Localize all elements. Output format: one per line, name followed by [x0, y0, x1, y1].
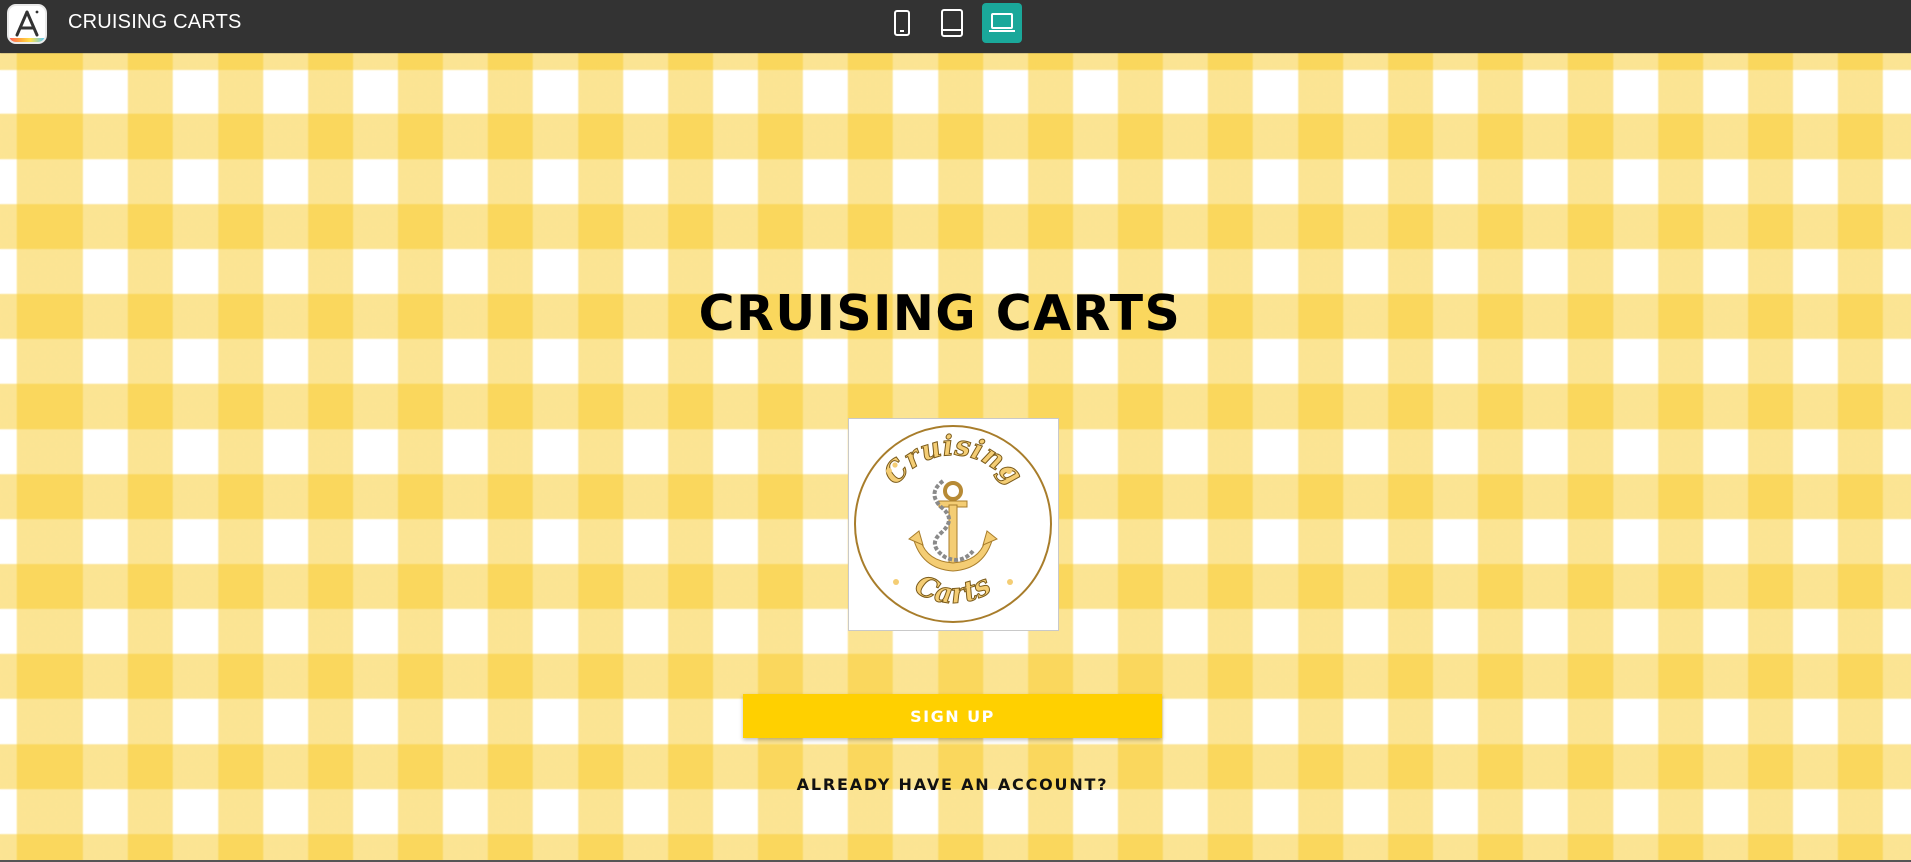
tablet-preview-button[interactable]	[932, 3, 972, 43]
app-title: CRUISING CARTS	[68, 11, 242, 33]
already-have-account-link[interactable]: ALREADY HAVE AN ACCOUNT?	[743, 775, 1162, 794]
phone-preview-button[interactable]	[882, 3, 922, 43]
tablet-icon	[941, 9, 963, 37]
top-bar: CRUISING CARTS	[0, 0, 1911, 53]
brand-logo: Cruising Carts	[848, 418, 1059, 631]
phone-icon	[894, 10, 910, 36]
gingham-background: CRUISING CARTS Cruising Carts SIGN UP AL…	[0, 53, 1911, 862]
sign-up-button[interactable]: SIGN UP	[743, 694, 1162, 738]
app-maker-logo-icon[interactable]	[7, 4, 47, 44]
laptop-icon	[989, 13, 1015, 32]
laptop-preview-button[interactable]	[982, 3, 1022, 43]
page-title: CRUISING CARTS	[698, 285, 1182, 342]
